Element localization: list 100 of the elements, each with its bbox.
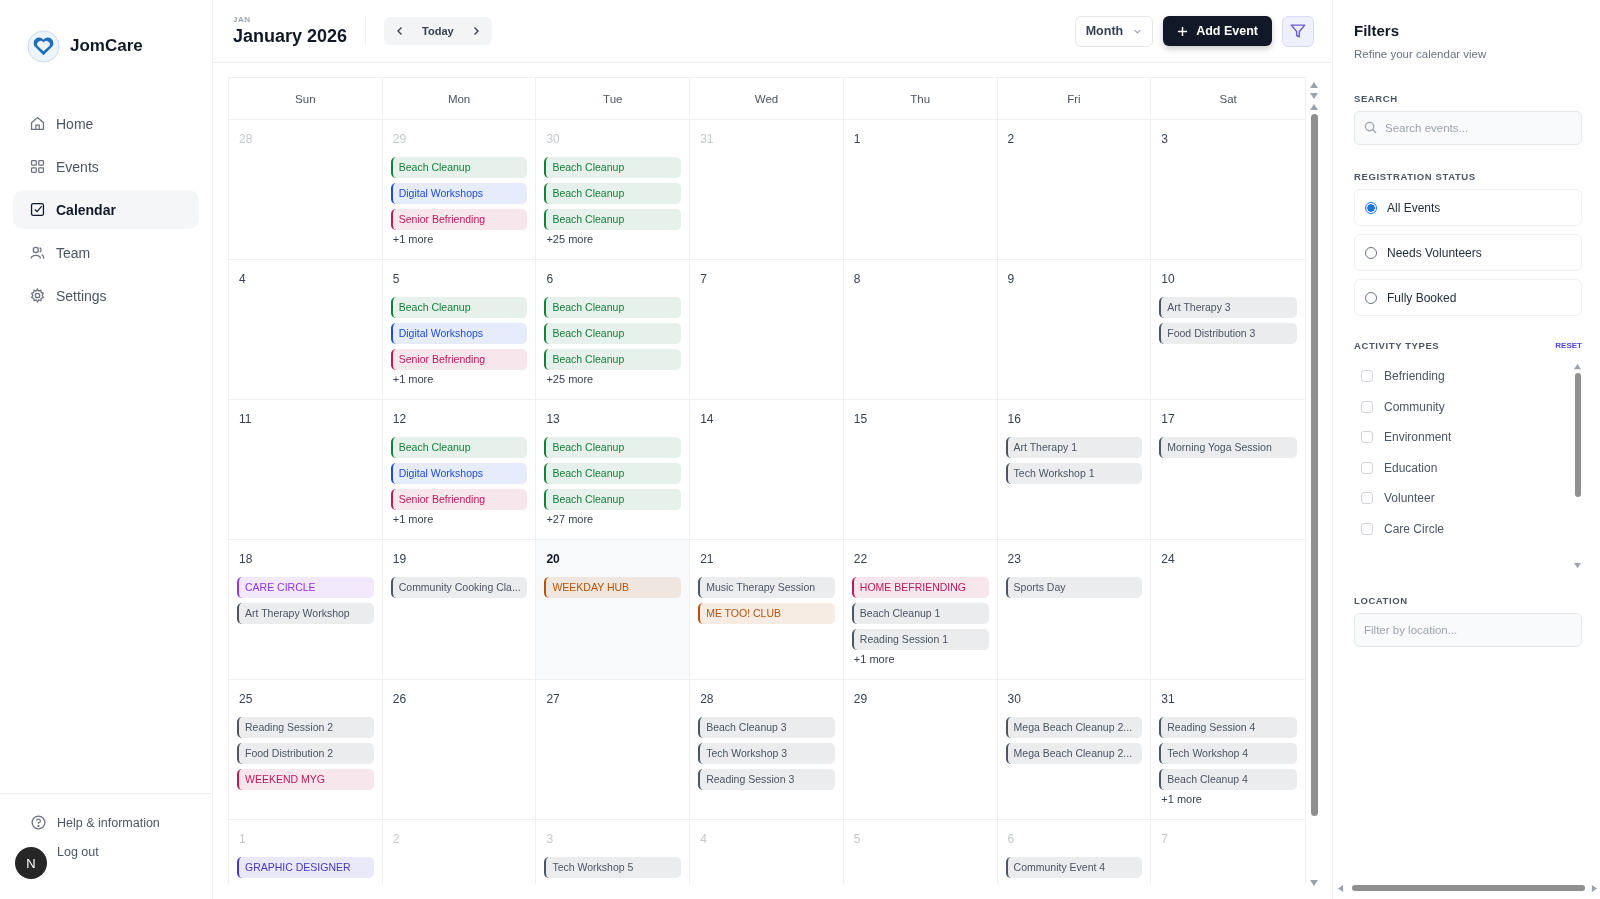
scrollbar-thumb[interactable] xyxy=(1310,114,1318,816)
radio-button[interactable] xyxy=(1365,201,1377,214)
event-chip[interactable]: Beach Cleanup 4 xyxy=(1159,769,1297,790)
checkbox[interactable] xyxy=(1361,461,1373,474)
event-chip[interactable]: Reading Session 3 xyxy=(698,769,835,790)
nav-item[interactable]: Calendar xyxy=(13,190,199,229)
status-option[interactable]: All Events xyxy=(1354,189,1582,226)
scrollbar-thumb[interactable] xyxy=(1574,373,1581,497)
event-chip[interactable]: Beach Cleanup xyxy=(544,437,682,458)
status-option[interactable]: Fully Booked xyxy=(1354,279,1582,316)
more-events-link[interactable]: +1 more xyxy=(390,513,528,525)
checkbox[interactable] xyxy=(1361,370,1373,382)
event-chip[interactable]: Community Cooking Cla... xyxy=(390,577,528,598)
event-chip[interactable]: CARE CIRCLE xyxy=(237,577,374,598)
event-chip[interactable]: Senior Befriending xyxy=(390,489,528,510)
event-chip[interactable]: WEEKEND MYG xyxy=(237,769,374,790)
scroll-right-icon[interactable] xyxy=(1591,883,1598,893)
more-events-link[interactable]: +1 more xyxy=(851,653,989,665)
event-chip[interactable]: Beach Cleanup xyxy=(544,349,682,370)
event-chip[interactable]: Tech Workshop 3 xyxy=(698,743,835,764)
brand-name: JomCare xyxy=(70,36,143,56)
reset-link[interactable]: RESET xyxy=(1555,341,1582,350)
scroll-up-icon[interactable] xyxy=(1309,103,1319,111)
nav-item[interactable]: Settings xyxy=(13,276,199,315)
event-chip[interactable]: Food Distribution 2 xyxy=(237,743,374,764)
more-events-link[interactable]: +25 more xyxy=(544,233,682,245)
event-chip[interactable]: Beach Cleanup 1 xyxy=(851,603,989,624)
event-chip[interactable]: Beach Cleanup xyxy=(544,463,682,484)
event-chip[interactable]: Tech Workshop 4 xyxy=(1159,743,1297,764)
nav-item[interactable]: Events xyxy=(13,147,199,186)
more-events-link[interactable]: +27 more xyxy=(544,513,682,525)
event-chip[interactable]: Art Therapy 3 xyxy=(1159,297,1297,318)
event-chip[interactable]: Beach Cleanup xyxy=(544,157,682,178)
event-chip[interactable]: Digital Workshops xyxy=(390,183,528,204)
event-chip[interactable]: Digital Workshops xyxy=(390,463,528,484)
event-chip[interactable]: WEEKDAY HUB xyxy=(544,577,682,598)
scroll-up-icon[interactable] xyxy=(1573,363,1582,370)
scroll-down-icon[interactable] xyxy=(1309,879,1319,887)
event-chip[interactable]: Tech Workshop 1 xyxy=(1005,463,1143,484)
filter-button[interactable] xyxy=(1282,15,1314,47)
scroll-left-icon[interactable] xyxy=(1337,883,1344,893)
event-chip[interactable]: Music Therapy Session xyxy=(698,577,835,598)
event-chip[interactable]: Beach Cleanup xyxy=(544,323,682,344)
event-chip[interactable]: Beach Cleanup xyxy=(390,437,528,458)
add-event-button[interactable]: Add Event xyxy=(1163,16,1272,46)
view-dropdown[interactable]: Month xyxy=(1074,15,1154,47)
event-chip[interactable]: Beach Cleanup xyxy=(544,297,682,318)
event-chip[interactable]: ME TOO! CLUB xyxy=(698,603,835,624)
event-chip[interactable]: Reading Session 2 xyxy=(237,717,374,738)
location-field[interactable]: Filter by location... xyxy=(1354,613,1582,647)
event-chip[interactable]: Art Therapy Workshop xyxy=(237,603,374,624)
day-number: 28 xyxy=(238,132,253,146)
day-number: 26 xyxy=(391,692,407,706)
event-chip[interactable]: Reading Session 4 xyxy=(1159,717,1297,738)
day-number: 25 xyxy=(238,692,253,706)
event-chip[interactable]: Senior Befriending xyxy=(390,349,528,370)
search-field[interactable]: Search events... xyxy=(1354,111,1582,145)
event-chip[interactable]: GRAPHIC DESIGNER xyxy=(237,857,374,878)
checkbox[interactable] xyxy=(1361,492,1373,504)
event-chip[interactable]: Reading Session 1 xyxy=(851,629,989,650)
event-chip[interactable]: Beach Cleanup 3 xyxy=(698,717,835,738)
day-number: 30 xyxy=(1006,692,1021,706)
event-chip[interactable]: Beach Cleanup xyxy=(544,489,682,510)
event-chip[interactable]: Mega Beach Cleanup 2... xyxy=(1005,717,1143,738)
user-avatar[interactable]: N xyxy=(15,847,47,879)
event-chip[interactable]: Community Event 4 xyxy=(1005,857,1143,878)
event-chip[interactable]: Beach Cleanup xyxy=(544,209,682,230)
checkbox[interactable] xyxy=(1361,522,1373,535)
event-chip[interactable]: Art Therapy 1 xyxy=(1005,437,1143,458)
event-chip[interactable]: Food Distribution 3 xyxy=(1159,323,1297,344)
day-number: 3 xyxy=(545,832,554,846)
logout-link[interactable]: Log out xyxy=(57,845,99,859)
more-events-link[interactable]: +1 more xyxy=(390,233,528,245)
event-chip[interactable]: Mega Beach Cleanup 2... xyxy=(1005,743,1143,764)
checkbox[interactable] xyxy=(1361,431,1373,443)
scroll-up-icon[interactable] xyxy=(1309,81,1319,89)
event-chip[interactable]: Beach Cleanup xyxy=(544,183,682,204)
nav-item[interactable]: Home xyxy=(13,104,199,143)
event-chip[interactable]: Tech Workshop 5 xyxy=(544,857,682,878)
day-number: 29 xyxy=(391,132,407,146)
event-chip[interactable]: Sports Day xyxy=(1005,577,1143,598)
event-chip[interactable]: Beach Cleanup xyxy=(390,157,528,178)
event-chip[interactable]: Morning Yoga Session xyxy=(1159,437,1297,458)
day-number: 6 xyxy=(1006,832,1015,846)
status-option[interactable]: Needs Volunteers xyxy=(1354,234,1582,271)
event-chip[interactable]: Digital Workshops xyxy=(390,323,528,344)
more-events-link[interactable]: +1 more xyxy=(390,373,528,385)
more-events-link[interactable]: +25 more xyxy=(544,373,682,385)
event-chip[interactable]: Beach Cleanup xyxy=(390,297,528,318)
help-link[interactable]: Help & information xyxy=(15,814,212,831)
day-number: 7 xyxy=(1160,832,1168,846)
event-chip[interactable]: Senior Befriending xyxy=(390,209,528,230)
scroll-down-icon[interactable] xyxy=(1573,562,1582,569)
nav-item[interactable]: Team xyxy=(13,233,199,272)
event-chip[interactable]: HOME BEFRIENDING xyxy=(851,577,989,598)
more-events-link[interactable]: +1 more xyxy=(1159,793,1297,805)
today-button[interactable]: Today xyxy=(412,25,464,37)
scrollbar-thumb[interactable] xyxy=(1352,885,1585,891)
scroll-down-icon[interactable] xyxy=(1309,92,1319,100)
checkbox[interactable] xyxy=(1361,400,1373,413)
